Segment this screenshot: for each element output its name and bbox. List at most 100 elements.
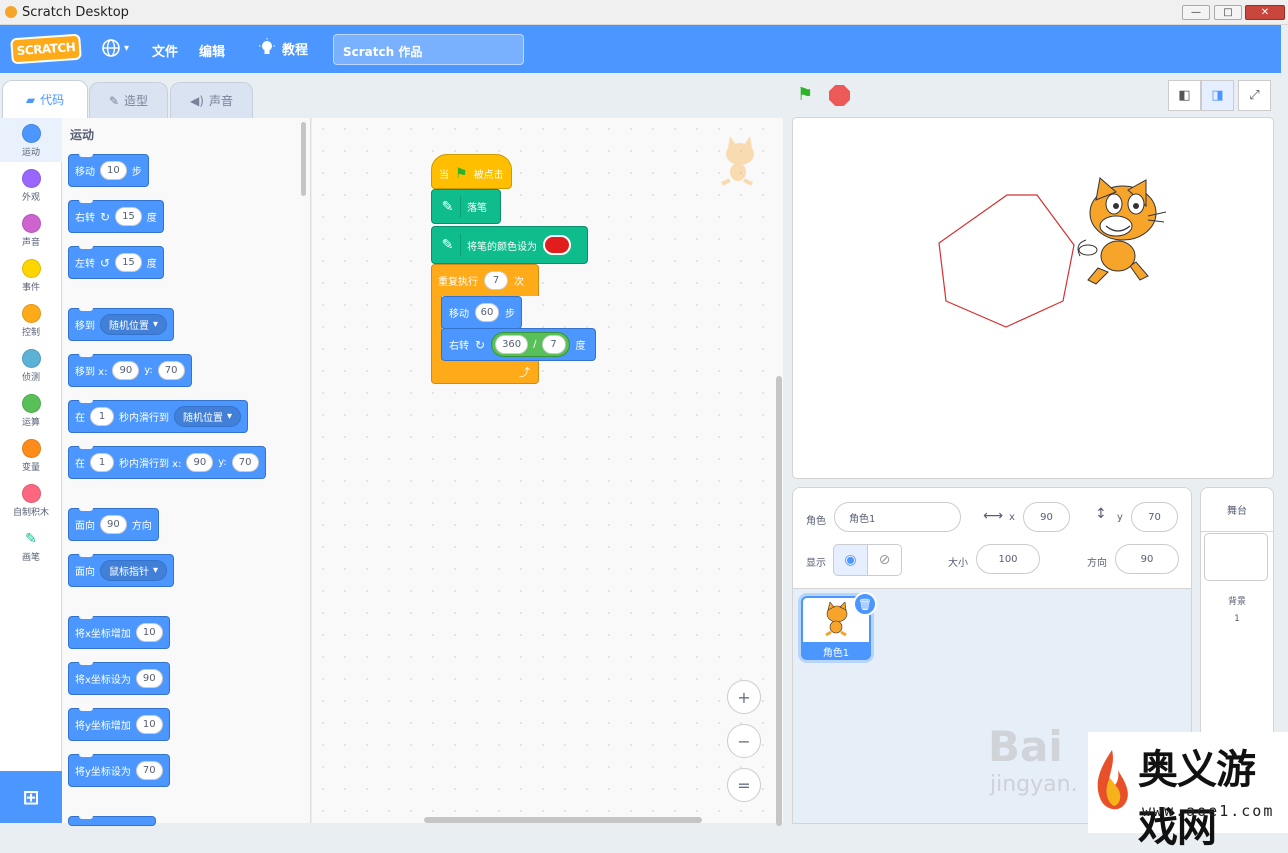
block-input[interactable]: 10 bbox=[100, 161, 127, 180]
stop-button[interactable] bbox=[829, 85, 850, 106]
script-move-steps[interactable]: 移动 60 步 bbox=[441, 296, 522, 329]
script-turn-right[interactable]: 右转 ↻ 360 / 7 度 bbox=[441, 328, 596, 361]
category-my-blocks[interactable]: 自制积木 bbox=[0, 478, 62, 522]
block-input[interactable]: 10 bbox=[135, 715, 163, 734]
block-turn-right[interactable]: 右转 ↻ 15 度 bbox=[68, 200, 164, 233]
y-label: y bbox=[1117, 512, 1123, 523]
green-flag-button[interactable]: ⚑ bbox=[797, 84, 819, 106]
add-extension-button[interactable]: ⊞ bbox=[0, 771, 62, 823]
block-input[interactable]: 7 bbox=[541, 335, 566, 354]
script-workspace[interactable] bbox=[312, 118, 783, 823]
fullscreen-button[interactable]: ⤢ bbox=[1238, 80, 1271, 111]
block-glide[interactable]: 在 1 秒内滑行到 随机位置 ▾ bbox=[68, 400, 249, 433]
eye-off-icon: ⊘ bbox=[878, 552, 891, 568]
block-input[interactable]: 10 bbox=[135, 623, 163, 642]
block-glide-xy[interactable]: 在 1 秒内滑行到 x: 90 y: 70 bbox=[68, 446, 266, 479]
sprite-name-input[interactable]: 角色1 bbox=[834, 502, 961, 532]
block-input[interactable]: 70 bbox=[231, 453, 259, 472]
block-text: 度 bbox=[146, 213, 157, 224]
hide-sprite-button[interactable]: ⊘ bbox=[867, 544, 902, 576]
block-input[interactable]: 90 bbox=[135, 669, 163, 688]
eye-icon: ◉ bbox=[844, 552, 857, 568]
block-change-y[interactable]: 将y坐标增加 10 bbox=[68, 708, 170, 741]
block-input[interactable]: 15 bbox=[115, 253, 142, 272]
block-move-steps[interactable]: 移动 10 步 bbox=[68, 154, 149, 187]
zoom-reset-button[interactable]: = bbox=[727, 768, 761, 802]
category-variables[interactable]: 变量 bbox=[0, 433, 62, 477]
block-text: 在 bbox=[75, 459, 85, 470]
palette-scrollbar[interactable] bbox=[301, 122, 306, 196]
block-input[interactable]: 70 bbox=[157, 361, 185, 380]
block-text: 右转 bbox=[449, 341, 469, 352]
block-input[interactable]: 1 bbox=[90, 407, 114, 426]
category-pen[interactable]: ✎ 画笔 bbox=[0, 523, 62, 567]
category-looks[interactable]: 外观 bbox=[0, 163, 62, 207]
stage-canvas[interactable] bbox=[792, 117, 1274, 479]
block-input[interactable]: 90 bbox=[100, 515, 127, 534]
category-control-dot bbox=[21, 304, 41, 323]
y-input[interactable]: 70 bbox=[1131, 502, 1178, 532]
script-when-flag-clicked[interactable]: 当 ⚑ 被点击 bbox=[431, 154, 512, 189]
size-input[interactable]: 100 bbox=[976, 544, 1040, 574]
block-input[interactable]: 7 bbox=[484, 270, 508, 290]
block-text: 面向 bbox=[75, 567, 95, 578]
block-goto[interactable]: 移到 随机位置 ▾ bbox=[68, 308, 175, 341]
project-title-input[interactable]: Scratch 作品 bbox=[333, 34, 524, 65]
workspace-vertical-scrollbar[interactable] bbox=[776, 376, 782, 826]
block-input[interactable]: 70 bbox=[135, 761, 163, 780]
block-set-y[interactable]: 将y坐标设为 70 bbox=[68, 754, 170, 787]
category-sensing[interactable]: 侦测 bbox=[0, 343, 62, 387]
backdrop-label: 背景 bbox=[1227, 597, 1246, 607]
tab-sounds[interactable]: ◀) 声音 bbox=[170, 82, 253, 118]
scratch-logo[interactable]: SCRATCH bbox=[10, 33, 82, 65]
block-point-towards[interactable]: 面向 鼠标指针 ▾ bbox=[68, 554, 175, 587]
zoom-in-button[interactable]: + bbox=[727, 680, 761, 714]
block-goto-xy[interactable]: 移到 x: 90 y: 70 bbox=[68, 354, 192, 387]
close-button[interactable]: ✕ bbox=[1245, 5, 1285, 20]
color-swatch[interactable] bbox=[543, 235, 571, 255]
category-sound[interactable]: 声音 bbox=[0, 208, 62, 252]
block-dropdown[interactable]: 鼠标指针 ▾ bbox=[100, 560, 168, 581]
block-input[interactable]: 360 bbox=[495, 335, 529, 354]
block-dropdown[interactable]: 随机位置 ▾ bbox=[100, 314, 168, 335]
category-motion[interactable]: 运动 bbox=[0, 118, 62, 162]
block-set-x[interactable]: 将x坐标设为 90 bbox=[68, 662, 170, 695]
direction-input[interactable]: 90 bbox=[1115, 544, 1179, 574]
script-repeat-header[interactable]: 重复执行 7 次 bbox=[431, 264, 531, 296]
script-set-pen-color[interactable]: ✎ 将笔的颜色设为 bbox=[431, 226, 588, 264]
zoom-out-button[interactable]: − bbox=[727, 724, 761, 758]
divide-operator[interactable]: 360 / 7 bbox=[491, 332, 570, 357]
tab-code[interactable]: ▰ 代码 bbox=[2, 80, 88, 118]
block-input[interactable]: 60 bbox=[475, 303, 499, 322]
delete-sprite-button[interactable]: 🗑 bbox=[853, 592, 877, 616]
file-menu[interactable]: 文件 bbox=[152, 41, 178, 60]
window-title: Scratch Desktop bbox=[22, 5, 129, 20]
stage-thumbnail[interactable] bbox=[1204, 533, 1268, 581]
category-label: 运算 bbox=[21, 418, 40, 428]
show-sprite-button[interactable]: ◉ bbox=[833, 544, 868, 576]
large-stage-button[interactable]: ◨ bbox=[1201, 80, 1234, 111]
block-input[interactable]: 1 bbox=[90, 453, 114, 472]
category-events[interactable]: 事件 bbox=[0, 253, 62, 297]
x-input[interactable]: 90 bbox=[1023, 502, 1070, 532]
tutorials-menu[interactable]: 教程 bbox=[258, 38, 308, 58]
language-menu[interactable]: ▾ bbox=[101, 38, 129, 58]
block-input[interactable]: 90 bbox=[186, 453, 214, 472]
block-dropdown[interactable]: 随机位置 ▾ bbox=[174, 406, 242, 427]
category-control[interactable]: 控制 bbox=[0, 298, 62, 342]
block-point-direction[interactable]: 面向 90 方向 bbox=[68, 508, 159, 541]
horizontal-arrows-icon: ⟷ bbox=[983, 508, 1004, 524]
block-input[interactable]: 15 bbox=[115, 207, 142, 226]
script-pen-down[interactable]: ✎ 落笔 bbox=[431, 189, 501, 224]
tab-costumes[interactable]: ✎ 造型 bbox=[89, 82, 168, 118]
block-input[interactable]: 90 bbox=[112, 361, 140, 380]
block-change-x[interactable]: 将x坐标增加 10 bbox=[68, 616, 170, 649]
minimize-button[interactable]: — bbox=[1182, 5, 1210, 20]
block-turn-left[interactable]: 左转 ↺ 15 度 bbox=[68, 246, 164, 279]
edit-menu[interactable]: 编辑 bbox=[199, 41, 225, 60]
category-operators[interactable]: 运算 bbox=[0, 388, 62, 432]
workspace-horizontal-scrollbar[interactable] bbox=[424, 817, 702, 823]
small-stage-button[interactable]: ◧ bbox=[1168, 80, 1201, 111]
block-partial[interactable] bbox=[68, 816, 156, 826]
maximize-button[interactable]: □ bbox=[1214, 5, 1242, 20]
